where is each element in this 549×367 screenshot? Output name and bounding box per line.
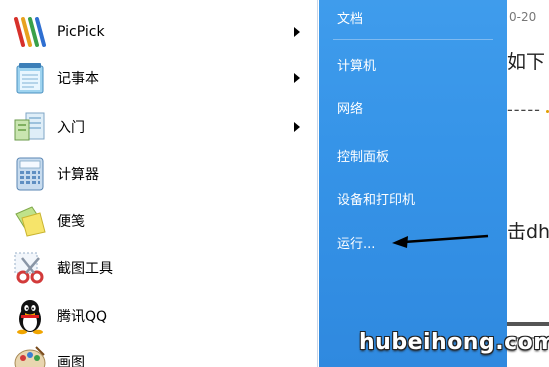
submenu-arrow-icon <box>294 73 300 83</box>
program-item-paint[interactable]: 画图 <box>0 339 318 367</box>
program-item-picpick[interactable]: PicPick <box>0 9 318 55</box>
paint-icon <box>10 343 50 367</box>
program-item-notepad[interactable]: 记事本 <box>0 55 318 101</box>
program-label: 便笺 <box>57 214 85 230</box>
picpick-icon <box>10 13 50 51</box>
places-item-network[interactable]: 网络 <box>337 98 363 117</box>
submenu-arrow-icon <box>294 122 300 132</box>
submenu-arrow-icon <box>294 27 300 37</box>
program-label: 入门 <box>57 120 85 136</box>
doc-dashes: ----- <box>507 100 541 119</box>
program-label: 画图 <box>57 355 85 367</box>
places-item-devices-printers[interactable]: 设备和打印机 <box>337 189 415 208</box>
places-separator <box>333 39 493 40</box>
places-item-computer[interactable]: 计算机 <box>337 55 376 74</box>
program-item-calculator[interactable]: 计算器 <box>0 151 318 197</box>
watermark: hubeihong.com <box>359 330 549 355</box>
doc-date-fragment: 0-20 <box>509 10 537 24</box>
doc-text-fragment: 击dh <box>507 221 549 243</box>
program-label: 腾讯QQ <box>57 309 108 325</box>
sticky-notes-icon <box>10 202 50 240</box>
snipping-tool-icon <box>10 249 50 287</box>
doc-divider <box>507 322 549 326</box>
start-menu-programs-pane: PicPick 记事本 入门 计算器 便笺 截图工具 腾讯QQ 画图 <box>0 0 318 367</box>
notepad-icon <box>10 59 50 97</box>
places-item-control-panel[interactable]: 控制面板 <box>337 146 389 165</box>
getting-started-icon <box>10 108 50 146</box>
program-item-sticky-notes[interactable]: 便笺 <box>0 198 318 244</box>
places-item-documents[interactable]: 文档 <box>337 8 363 27</box>
program-item-snipping-tool[interactable]: 截图工具 <box>0 245 318 291</box>
program-label: 截图工具 <box>57 261 113 277</box>
program-label: 计算器 <box>57 167 99 183</box>
program-item-getting-started[interactable]: 入门 <box>0 104 318 150</box>
doc-text-fragment: 如下 <box>507 51 546 73</box>
calculator-icon <box>10 155 50 193</box>
start-menu-places-pane: 文档 计算机 网络 控制面板 设备和打印机 运行... <box>319 0 507 367</box>
qq-icon <box>10 297 50 335</box>
program-label: 记事本 <box>57 71 99 87</box>
annotation-arrow-icon <box>392 234 489 248</box>
background-document: 0-20 如下 ----- 击dh <box>507 0 549 367</box>
program-label: PicPick <box>57 24 105 40</box>
places-item-run[interactable]: 运行... <box>337 233 375 252</box>
program-item-qq[interactable]: 腾讯QQ <box>0 293 318 339</box>
